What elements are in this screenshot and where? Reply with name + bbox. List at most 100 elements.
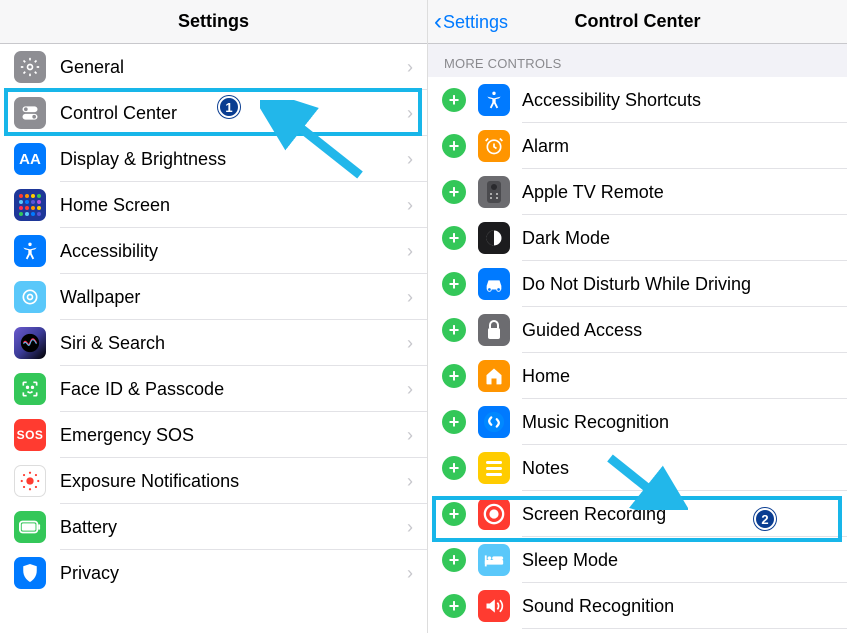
settings-row-display-brightness[interactable]: AA Display & Brightness› [0, 136, 427, 182]
control-row-screen-recording[interactable]: + Screen Recording [428, 491, 847, 537]
row-label: Siri & Search [60, 333, 407, 354]
row-label: Privacy [60, 563, 407, 584]
record-icon [478, 498, 510, 530]
privacy-icon [14, 557, 46, 589]
settings-row-privacy[interactable]: Privacy› [0, 550, 427, 596]
row-label: Alarm [522, 136, 847, 157]
chevron-right-icon: › [407, 333, 427, 354]
settings-row-exposure-notifications[interactable]: Exposure Notifications› [0, 458, 427, 504]
add-control-button[interactable]: + [442, 318, 466, 342]
car-icon [478, 268, 510, 300]
settings-row-battery[interactable]: Battery› [0, 504, 427, 550]
chevron-right-icon: › [407, 471, 427, 492]
control-row-sound-recognition[interactable]: + Sound Recognition [428, 583, 847, 629]
sound-icon [478, 590, 510, 622]
row-label: Do Not Disturb While Driving [522, 274, 847, 295]
row-label: Home Screen [60, 195, 407, 216]
chevron-right-icon: › [407, 149, 427, 170]
chevron-right-icon: › [407, 103, 427, 124]
bed-icon [478, 544, 510, 576]
control-row-home[interactable]: + Home [428, 353, 847, 399]
control-row-apple-tv-remote[interactable]: + Apple TV Remote [428, 169, 847, 215]
control-row-guided-access[interactable]: + Guided Access [428, 307, 847, 353]
settings-pane: Settings General›Control Center›AADispla… [0, 0, 427, 633]
chevron-right-icon: › [407, 379, 427, 400]
row-label: Control Center [60, 103, 407, 124]
row-label: Sleep Mode [522, 550, 847, 571]
chevron-right-icon: › [407, 287, 427, 308]
row-label: Exposure Notifications [60, 471, 407, 492]
control-row-do-not-disturb-while-driving[interactable]: + Do Not Disturb While Driving [428, 261, 847, 307]
chevron-right-icon: › [407, 195, 427, 216]
chevron-right-icon: › [407, 241, 427, 262]
gear-icon [14, 51, 46, 83]
settings-row-home-screen[interactable]: Home Screen› [0, 182, 427, 228]
remote-icon [478, 176, 510, 208]
control-center-pane: ‹ Settings Control Center MORE CONTROLS … [427, 0, 847, 633]
settings-row-face-id-passcode[interactable]: Face ID & Passcode› [0, 366, 427, 412]
add-control-button[interactable]: + [442, 88, 466, 112]
chevron-right-icon: › [407, 425, 427, 446]
add-control-button[interactable]: + [442, 180, 466, 204]
add-control-button[interactable]: + [442, 226, 466, 250]
row-label: Accessibility Shortcuts [522, 90, 847, 111]
control-row-notes[interactable]: + Notes [428, 445, 847, 491]
settings-row-control-center[interactable]: Control Center› [0, 90, 427, 136]
chevron-right-icon: › [407, 57, 427, 78]
add-control-button[interactable]: + [442, 594, 466, 618]
row-label: Guided Access [522, 320, 847, 341]
shazam-icon [478, 406, 510, 438]
lock-icon [478, 314, 510, 346]
alarm-icon [478, 130, 510, 162]
accessibility-icon [478, 84, 510, 116]
back-label: Settings [443, 12, 508, 33]
home-icon [478, 360, 510, 392]
more-controls-section: MORE CONTROLS [428, 44, 847, 77]
settings-title: Settings [178, 11, 249, 32]
chevron-right-icon: › [407, 517, 427, 538]
add-control-button[interactable]: + [442, 502, 466, 526]
row-label: Emergency SOS [60, 425, 407, 446]
settings-row-accessibility[interactable]: Accessibility› [0, 228, 427, 274]
siri-icon [14, 327, 46, 359]
row-label: General [60, 57, 407, 78]
chevron-left-icon: ‹ [434, 10, 442, 34]
control-center-header: ‹ Settings Control Center [428, 0, 847, 44]
display-icon: AA [14, 143, 46, 175]
settings-row-general[interactable]: General› [0, 44, 427, 90]
settings-list: General›Control Center›AADisplay & Brigh… [0, 44, 427, 596]
battery-icon [14, 511, 46, 543]
row-label: Dark Mode [522, 228, 847, 249]
control-row-music-recognition[interactable]: +Music Recognition [428, 399, 847, 445]
faceid-icon [14, 373, 46, 405]
add-control-button[interactable]: + [442, 456, 466, 480]
settings-row-siri-search[interactable]: Siri & Search› [0, 320, 427, 366]
row-label: Notes [522, 458, 847, 479]
add-control-button[interactable]: + [442, 272, 466, 296]
settings-row-wallpaper[interactable]: Wallpaper› [0, 274, 427, 320]
control-row-accessibility-shortcuts[interactable]: + Accessibility Shortcuts [428, 77, 847, 123]
controls-list: + Accessibility Shortcuts + Alarm + Apple TV … [428, 77, 847, 629]
row-label: Display & Brightness [60, 149, 407, 170]
wallpaper-icon [14, 281, 46, 313]
control-row-alarm[interactable]: + Alarm [428, 123, 847, 169]
row-label: Apple TV Remote [522, 182, 847, 203]
home-grid-icon [14, 189, 46, 221]
sos-icon: SOS [14, 419, 46, 451]
add-control-button[interactable]: + [442, 364, 466, 388]
add-control-button[interactable]: + [442, 134, 466, 158]
row-label: Sound Recognition [522, 596, 847, 617]
chevron-right-icon: › [407, 563, 427, 584]
settings-row-emergency-sos[interactable]: SOS Emergency SOS› [0, 412, 427, 458]
control-row-dark-mode[interactable]: + Dark Mode [428, 215, 847, 261]
back-button[interactable]: ‹ Settings [434, 0, 508, 44]
row-label: Battery [60, 517, 407, 538]
add-control-button[interactable]: + [442, 548, 466, 572]
row-label: Screen Recording [522, 504, 847, 525]
control-row-sleep-mode[interactable]: + Sleep Mode [428, 537, 847, 583]
notes-icon [478, 452, 510, 484]
row-label: Home [522, 366, 847, 387]
add-control-button[interactable]: + [442, 410, 466, 434]
row-label: Face ID & Passcode [60, 379, 407, 400]
control-center-title: Control Center [575, 11, 701, 32]
